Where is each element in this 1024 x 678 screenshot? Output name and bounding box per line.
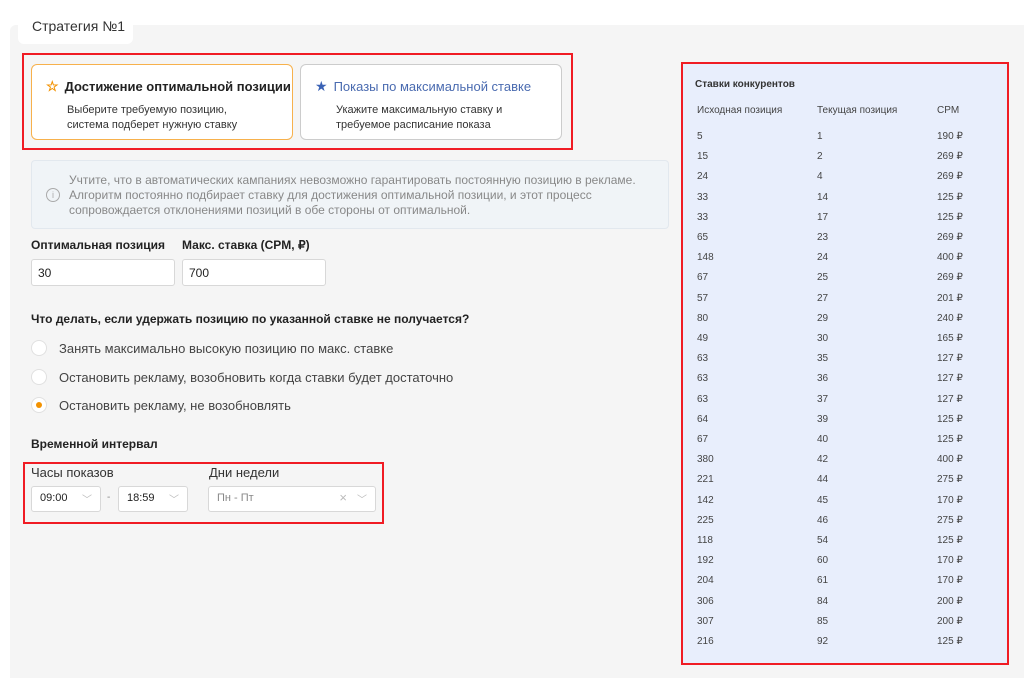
star-half-icon: ☆ xyxy=(46,78,59,94)
strategy-card-optimal[interactable]: ☆ Достижение оптимальной позиции Выберите… xyxy=(31,64,293,140)
radio-option-pause-resume[interactable]: Остановить рекламу, возобновить когда ст… xyxy=(31,369,453,385)
highlight-competitor-bids xyxy=(681,62,1009,665)
chevron-down-icon: ﹀ xyxy=(357,495,367,506)
info-notice: i Учтите, что в автоматических кампаниях… xyxy=(31,160,669,229)
time-range-dash: - xyxy=(107,492,111,503)
info-icon: i xyxy=(46,188,60,202)
weekdays-select[interactable]: Пн - Пт × ﹀ xyxy=(208,486,376,512)
max-bid-label: Макс. ставка (CPM, ₽) xyxy=(182,238,310,252)
tab-strategy-1[interactable]: Стратегия №1 xyxy=(18,8,133,44)
strategy-card-max-bid[interactable]: ★ Показы по максимальной ставке Укажите м… xyxy=(300,64,562,140)
radio-button[interactable] xyxy=(31,369,47,385)
hours-label: Часы показов xyxy=(31,465,114,480)
radio-button-selected[interactable] xyxy=(31,397,47,413)
chevron-down-icon: ﹀ xyxy=(169,495,179,506)
time-interval-title: Временной интервал xyxy=(31,437,158,451)
radio-option-max-position[interactable]: Занять максимально высокую позицию по ма… xyxy=(31,340,393,356)
hours-to-select[interactable]: 18:59 ﹀ xyxy=(118,486,188,512)
max-bid-input[interactable]: 700 xyxy=(182,259,326,286)
star-icon: ★ xyxy=(315,78,328,94)
hours-from-select[interactable]: 09:00 ﹀ xyxy=(31,486,101,512)
clear-icon[interactable]: × xyxy=(339,490,347,505)
optimal-position-input[interactable]: 30 xyxy=(31,259,175,286)
fallback-question: Что делать, если удержать позицию по ука… xyxy=(31,312,470,326)
days-label: Дни недели xyxy=(209,465,280,480)
radio-option-stop[interactable]: Остановить рекламу, не возобновлять xyxy=(31,397,291,413)
chevron-down-icon: ﹀ xyxy=(82,495,92,506)
optimal-position-label: Оптимальная позиция xyxy=(31,238,166,252)
radio-button[interactable] xyxy=(31,340,47,356)
